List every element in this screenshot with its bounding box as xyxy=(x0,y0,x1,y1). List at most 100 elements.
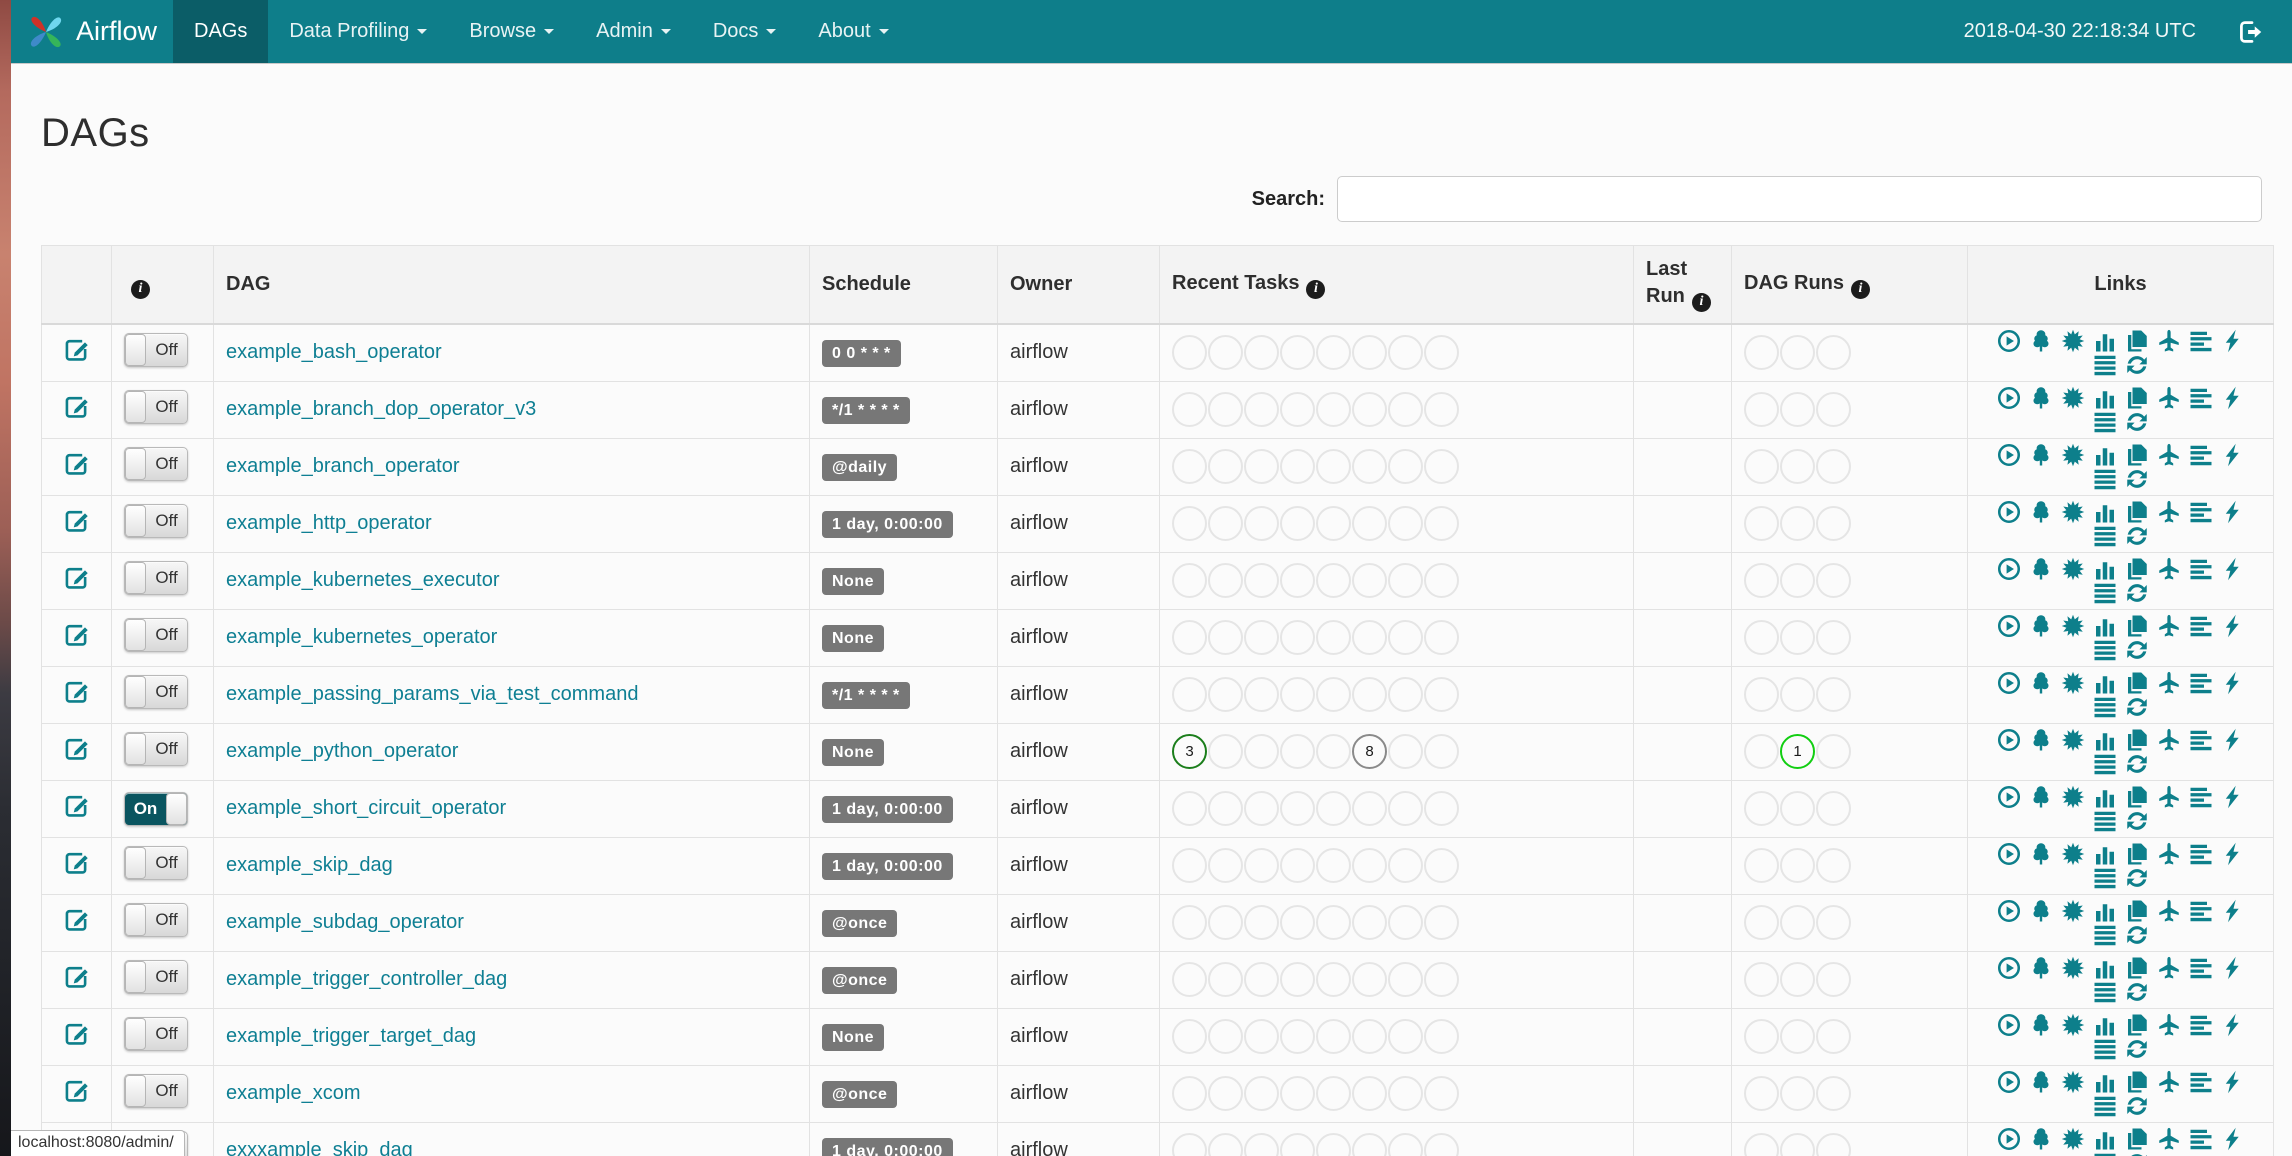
logs-icon[interactable] xyxy=(2093,752,2117,776)
dag-run-state-circle[interactable] xyxy=(1816,449,1851,484)
refresh-icon[interactable] xyxy=(2125,923,2149,947)
dag-run-state-circle[interactable] xyxy=(1744,905,1779,940)
refresh-icon[interactable] xyxy=(2125,638,2149,662)
dag-run-state-circle[interactable] xyxy=(1744,506,1779,541)
landing-times-icon[interactable] xyxy=(2157,386,2181,410)
task-duration-icon[interactable] xyxy=(2093,728,2117,752)
dag-run-state-circle[interactable] xyxy=(1816,1019,1851,1054)
recent-task-state-circle[interactable] xyxy=(1172,791,1207,826)
recent-task-state-circle[interactable] xyxy=(1208,506,1243,541)
logs-icon[interactable] xyxy=(2093,695,2117,719)
recent-task-state-circle[interactable] xyxy=(1352,620,1387,655)
dag-run-state-circle[interactable] xyxy=(1816,1076,1851,1111)
logs-icon[interactable] xyxy=(2093,581,2117,605)
landing-times-icon[interactable] xyxy=(2157,728,2181,752)
dag-pause-toggle[interactable]: Off xyxy=(124,675,188,709)
recent-task-state-circle[interactable] xyxy=(1316,335,1351,370)
refresh-icon[interactable] xyxy=(2125,866,2149,890)
dag-run-state-circle[interactable] xyxy=(1744,335,1779,370)
trigger-dag-icon[interactable] xyxy=(1997,1013,2021,1037)
landing-times-icon[interactable] xyxy=(2157,785,2181,809)
code-view-icon[interactable] xyxy=(2221,842,2245,866)
recent-task-state-circle[interactable] xyxy=(1388,905,1423,940)
logout-icon[interactable] xyxy=(2238,19,2264,45)
dag-name-link[interactable]: example_kubernetes_operator xyxy=(226,626,497,648)
recent-task-state-circle[interactable] xyxy=(1424,848,1459,883)
dag-name-link[interactable]: example_subdag_operator xyxy=(226,911,464,933)
recent-task-state-circle[interactable] xyxy=(1316,449,1351,484)
gantt-view-icon[interactable] xyxy=(2189,785,2213,809)
trigger-dag-icon[interactable] xyxy=(1997,557,2021,581)
task-tries-icon[interactable] xyxy=(2125,1070,2149,1094)
gantt-view-icon[interactable] xyxy=(2189,728,2213,752)
code-view-icon[interactable] xyxy=(2221,500,2245,524)
task-duration-icon[interactable] xyxy=(2093,1127,2117,1151)
code-view-icon[interactable] xyxy=(2221,728,2245,752)
dag-run-state-circle[interactable] xyxy=(1744,620,1779,655)
dag-run-state-circle[interactable] xyxy=(1780,620,1815,655)
trigger-dag-icon[interactable] xyxy=(1997,671,2021,695)
nav-item-admin[interactable]: Admin xyxy=(575,0,692,63)
dag-name-link[interactable]: example_kubernetes_executor xyxy=(226,569,500,591)
recent-task-state-circle[interactable] xyxy=(1172,392,1207,427)
recent-task-state-circle[interactable] xyxy=(1424,392,1459,427)
graph-view-icon[interactable] xyxy=(2061,728,2085,752)
edit-dag-icon[interactable] xyxy=(64,337,90,363)
dag-pause-toggle[interactable]: Off xyxy=(124,903,188,937)
landing-times-icon[interactable] xyxy=(2157,1013,2181,1037)
recent-task-state-circle[interactable] xyxy=(1208,905,1243,940)
logs-icon[interactable] xyxy=(2093,809,2117,833)
dag-run-state-circle[interactable] xyxy=(1780,1019,1815,1054)
recent-task-state-circle[interactable] xyxy=(1388,1076,1423,1111)
dag-run-state-circle[interactable] xyxy=(1780,449,1815,484)
code-view-icon[interactable] xyxy=(2221,386,2245,410)
task-duration-icon[interactable] xyxy=(2093,329,2117,353)
code-view-icon[interactable] xyxy=(2221,956,2245,980)
recent-task-state-circle[interactable] xyxy=(1388,392,1423,427)
nav-item-data-profiling[interactable]: Data Profiling xyxy=(268,0,448,63)
recent-task-state-circle[interactable] xyxy=(1424,563,1459,598)
recent-task-state-circle[interactable] xyxy=(1280,620,1315,655)
recent-task-state-circle[interactable] xyxy=(1208,1076,1243,1111)
graph-view-icon[interactable] xyxy=(2061,557,2085,581)
tree-view-icon[interactable] xyxy=(2029,956,2053,980)
recent-task-state-circle[interactable] xyxy=(1244,1133,1279,1156)
tree-view-icon[interactable] xyxy=(2029,1070,2053,1094)
dag-run-state-circle[interactable] xyxy=(1816,563,1851,598)
task-tries-icon[interactable] xyxy=(2125,842,2149,866)
trigger-dag-icon[interactable] xyxy=(1997,899,2021,923)
refresh-icon[interactable] xyxy=(2125,1151,2149,1156)
recent-task-state-circle[interactable] xyxy=(1280,791,1315,826)
task-tries-icon[interactable] xyxy=(2125,614,2149,638)
recent-task-state-circle[interactable] xyxy=(1280,506,1315,541)
recent-task-state-circle[interactable] xyxy=(1172,1133,1207,1156)
gantt-view-icon[interactable] xyxy=(2189,614,2213,638)
col-dag[interactable]: DAG xyxy=(213,245,810,325)
recent-task-state-circle[interactable] xyxy=(1244,848,1279,883)
dag-run-state-circle[interactable] xyxy=(1744,449,1779,484)
code-view-icon[interactable] xyxy=(2221,557,2245,581)
recent-task-state-circle[interactable] xyxy=(1244,734,1279,769)
edit-dag-icon[interactable] xyxy=(64,508,90,534)
dag-name-link[interactable]: example_python_operator xyxy=(226,740,458,762)
recent-task-state-circle[interactable] xyxy=(1280,1133,1315,1156)
recent-task-state-circle[interactable] xyxy=(1208,734,1243,769)
graph-view-icon[interactable] xyxy=(2061,500,2085,524)
dag-pause-toggle[interactable]: Off xyxy=(124,1017,188,1051)
recent-task-state-circle[interactable] xyxy=(1388,1019,1423,1054)
logs-icon[interactable] xyxy=(2093,1151,2117,1156)
landing-times-icon[interactable] xyxy=(2157,329,2181,353)
recent-task-state-circle[interactable] xyxy=(1316,563,1351,598)
recent-task-state-circle[interactable] xyxy=(1424,905,1459,940)
graph-view-icon[interactable] xyxy=(2061,842,2085,866)
recent-task-state-circle[interactable] xyxy=(1352,506,1387,541)
edit-dag-icon[interactable] xyxy=(64,451,90,477)
task-duration-icon[interactable] xyxy=(2093,1070,2117,1094)
recent-task-state-circle[interactable] xyxy=(1388,449,1423,484)
dag-run-state-circle[interactable] xyxy=(1744,734,1779,769)
tree-view-icon[interactable] xyxy=(2029,557,2053,581)
dag-pause-toggle[interactable]: Off xyxy=(124,333,188,367)
recent-task-state-circle[interactable] xyxy=(1424,506,1459,541)
recent-task-state-circle[interactable] xyxy=(1280,449,1315,484)
task-tries-icon[interactable] xyxy=(2125,329,2149,353)
